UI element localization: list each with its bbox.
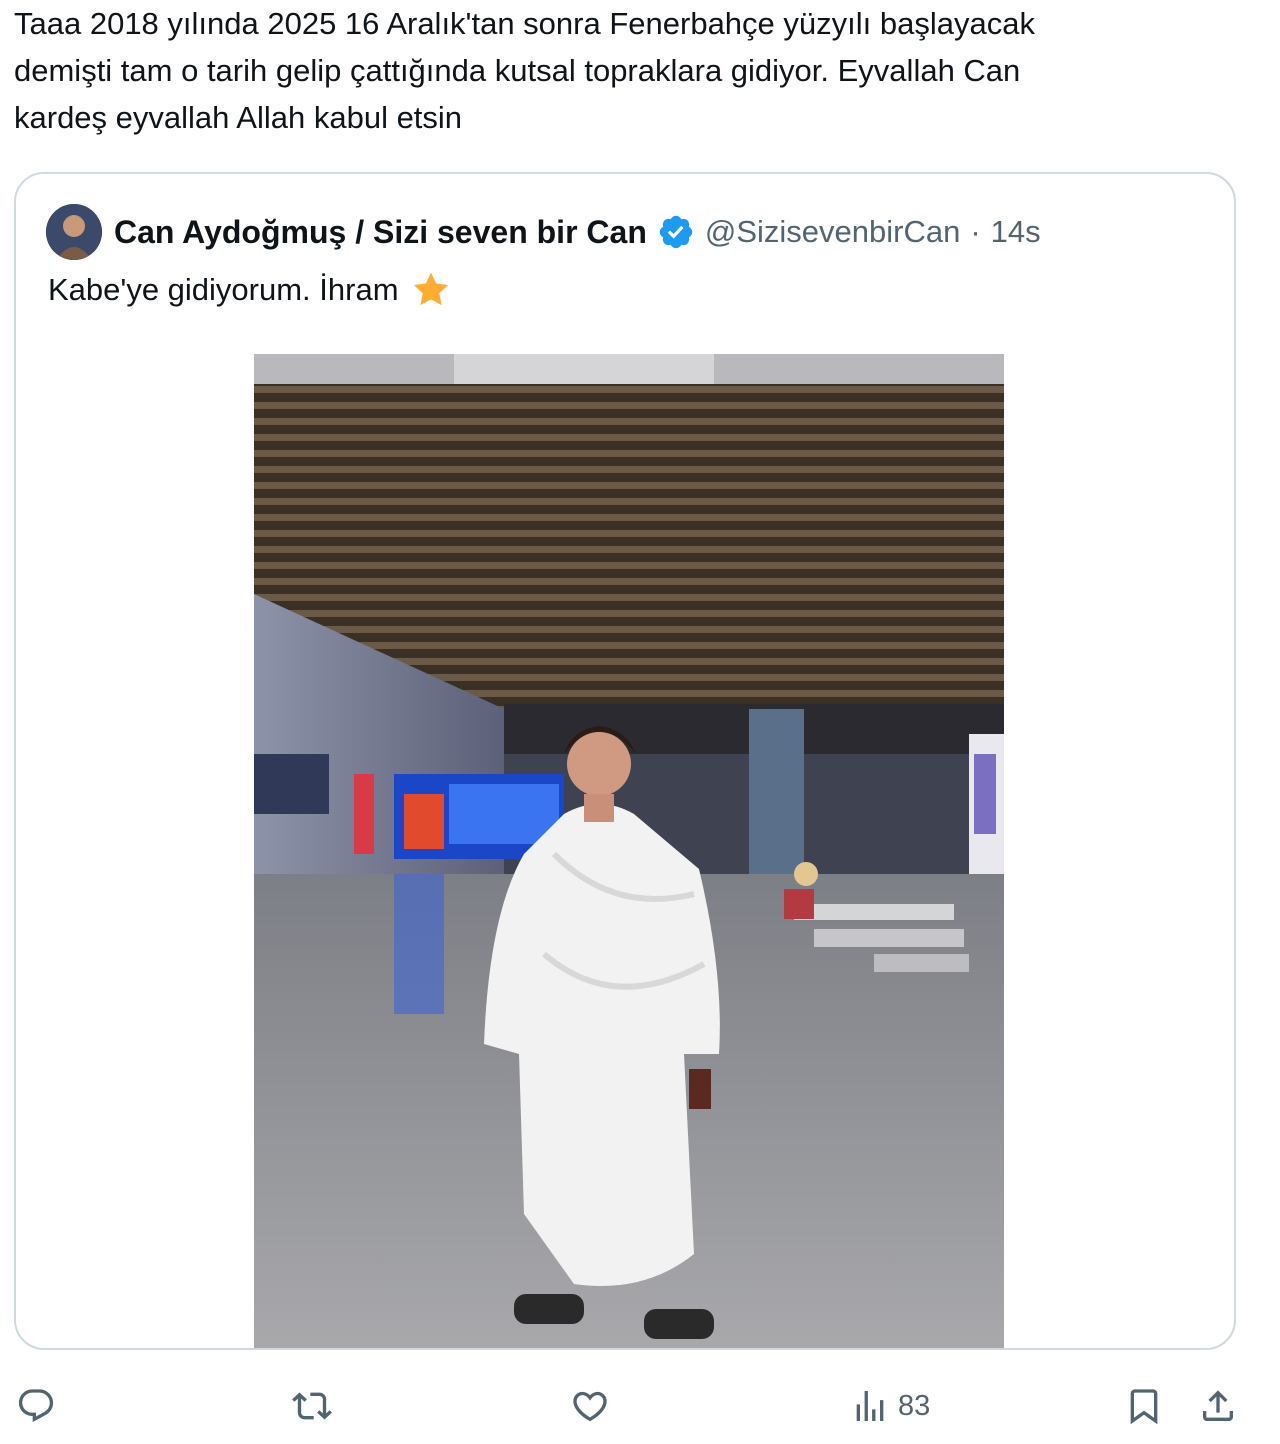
quoted-tweet-text: Kabe'ye gidiyorum. İhram bbox=[48, 270, 451, 310]
display-name[interactable]: Can Aydoğmuş / Sizi seven bir Can bbox=[114, 214, 647, 251]
views-icon bbox=[856, 1391, 884, 1421]
quoted-tweet-card[interactable]: Can Aydoğmuş / Sizi seven bir Can @Sizis… bbox=[14, 172, 1236, 1350]
quoted-tweet-header: Can Aydoğmuş / Sizi seven bir Can @Sizis… bbox=[46, 204, 1041, 260]
quoted-tweet-text-content: Kabe'ye gidiyorum. İhram bbox=[48, 272, 399, 307]
views-count: 83 bbox=[898, 1389, 931, 1422]
tweet-text: Taaa 2018 yılında 2025 16 Aralık'tan son… bbox=[14, 6, 1035, 135]
action-bar: 83 bbox=[0, 1376, 1280, 1436]
retweet-button[interactable] bbox=[292, 1376, 332, 1436]
reply-icon bbox=[18, 1389, 54, 1423]
heart-icon bbox=[573, 1391, 607, 1422]
star-emoji-icon bbox=[413, 272, 448, 306]
verified-badge-icon bbox=[659, 215, 693, 249]
separator-dot: · bbox=[970, 214, 981, 249]
like-button[interactable] bbox=[570, 1376, 610, 1436]
bookmark-button[interactable] bbox=[1124, 1376, 1164, 1436]
bookmark-icon bbox=[1130, 1389, 1158, 1425]
photo-airport-scene bbox=[254, 354, 1004, 1348]
share-icon bbox=[1203, 1390, 1233, 1421]
share-button[interactable] bbox=[1198, 1376, 1238, 1436]
handle[interactable]: @SizisevenbirCan bbox=[705, 214, 960, 250]
retweet-icon bbox=[292, 1392, 332, 1420]
avatar[interactable] bbox=[46, 204, 102, 260]
quoted-tweet-photo[interactable] bbox=[254, 354, 1004, 1348]
timestamp[interactable]: 14s bbox=[991, 214, 1041, 250]
views-button[interactable]: 83 bbox=[850, 1376, 930, 1436]
reply-button[interactable] bbox=[16, 1376, 56, 1436]
